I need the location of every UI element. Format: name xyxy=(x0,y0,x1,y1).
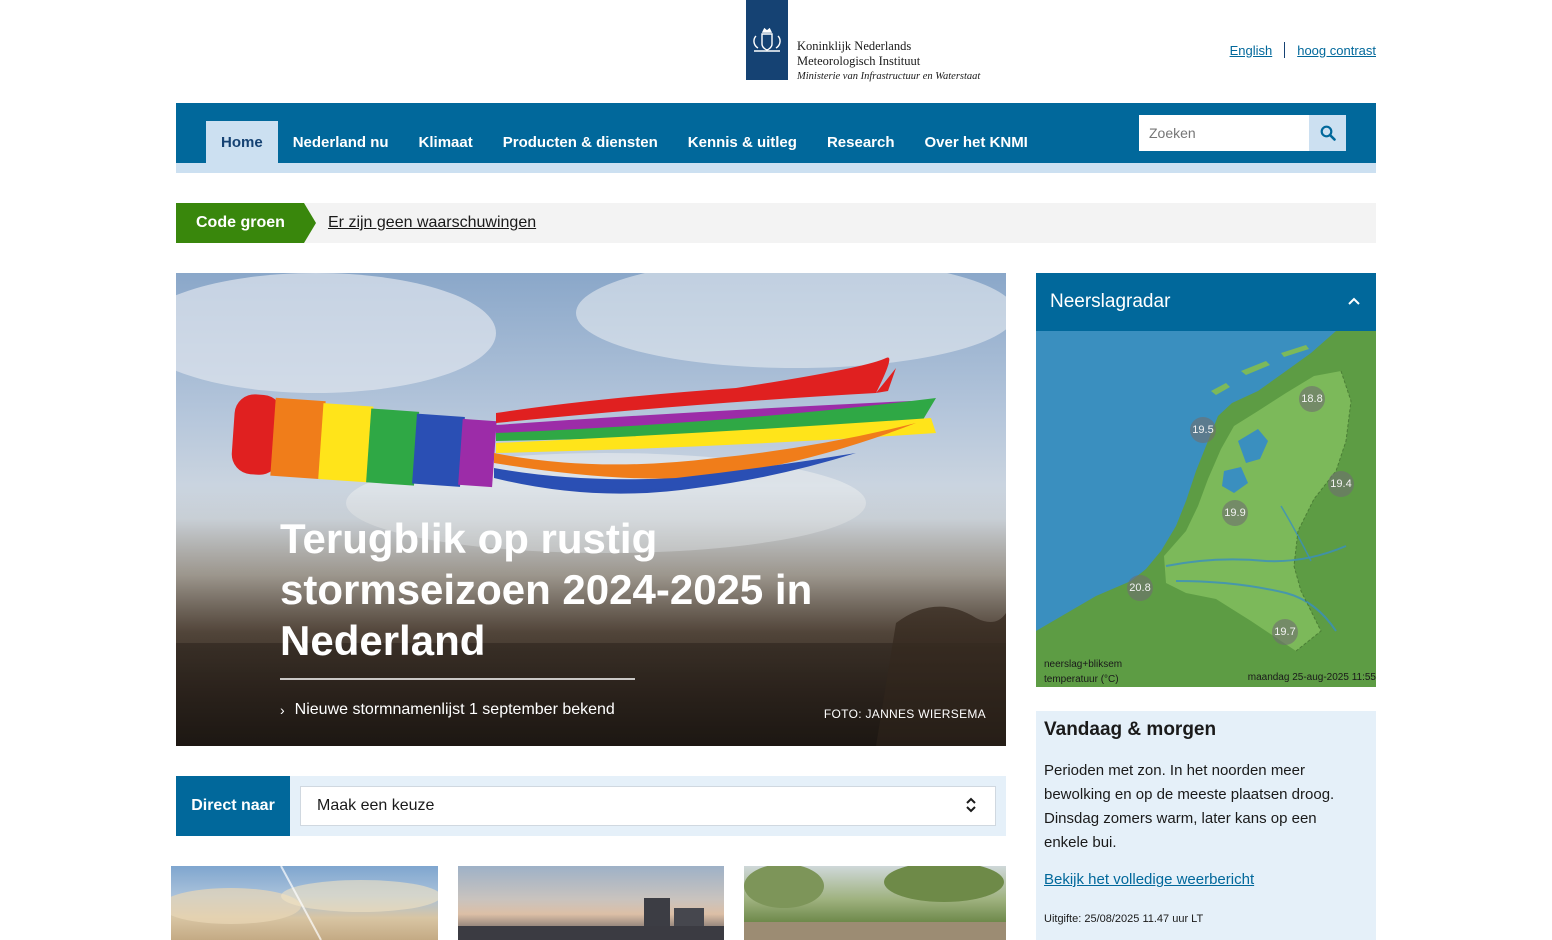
temperature-marker: 19.4 xyxy=(1328,471,1354,497)
radar-legend-line-2: temperatuur (°C) xyxy=(1044,674,1119,685)
search-icon xyxy=(1320,125,1336,141)
logo-line-2: Meteorologisch Instituut xyxy=(797,54,921,68)
chevron-right-icon: › xyxy=(280,702,285,718)
logo-line-3: Ministerie van Infrastructuur en Waterst… xyxy=(797,71,981,82)
forecast-title: Vandaag & morgen xyxy=(1044,719,1217,740)
sky-photo xyxy=(171,866,438,940)
radar-legend-line-1: neerslag+bliksem xyxy=(1044,659,1123,670)
hero-title[interactable]: Terugblik op rustig stormseizoen 2024-20… xyxy=(280,513,840,666)
organization-name: Koninklijk Nederlands Meteorologisch Ins… xyxy=(797,39,980,84)
search-form xyxy=(1139,115,1346,151)
temperature-marker: 19.5 xyxy=(1190,417,1216,443)
high-contrast-link[interactable]: hoog contrast xyxy=(1297,43,1376,58)
direct-to-selected-value: Maak een keuze xyxy=(317,797,435,814)
radar-header[interactable]: Neerslagradar xyxy=(1036,273,1376,331)
nav-item-research[interactable]: Research xyxy=(812,121,910,163)
hero-divider xyxy=(280,678,635,680)
forecast-panel: Vandaag & morgen Perioden met zon. In he… xyxy=(1036,711,1376,940)
direct-to-select[interactable]: Maak een keuze xyxy=(300,786,996,826)
temperature-marker: 18.8 xyxy=(1299,386,1325,412)
forecast-issued-time: Uitgifte: 25/08/2025 11.47 uur LT xyxy=(1044,913,1204,925)
link-separator xyxy=(1284,42,1286,58)
news-thumbnail-city[interactable] xyxy=(458,866,724,940)
news-thumbnail-park[interactable] xyxy=(744,866,1006,940)
temperature-marker: 20.8 xyxy=(1127,575,1153,601)
chevron-up-icon[interactable] xyxy=(1346,293,1362,309)
search-input[interactable] xyxy=(1139,115,1309,151)
nav-item-producten-diensten[interactable]: Producten & diensten xyxy=(488,121,673,163)
coat-of-arms-icon xyxy=(753,27,781,52)
radar-timestamp: maandag 25-aug-2025 11:55 xyxy=(1247,672,1376,683)
nav-underline xyxy=(176,163,1376,173)
city-photo xyxy=(458,898,724,940)
temperature-marker: 19.9 xyxy=(1222,500,1248,526)
search-button[interactable] xyxy=(1309,115,1346,151)
nav-item-nederland-nu[interactable]: Nederland nu xyxy=(278,121,404,163)
nav-item-kennis-uitleg[interactable]: Kennis & uitleg xyxy=(673,121,812,163)
select-arrows-icon xyxy=(966,797,976,813)
warning-code-badge: Code groen xyxy=(176,203,316,243)
full-forecast-link[interactable]: Bekijk het volledige weerbericht xyxy=(1044,871,1254,888)
nav-item-home[interactable]: Home xyxy=(206,121,278,163)
english-link[interactable]: English xyxy=(1230,43,1273,58)
nav-item-over-knmi[interactable]: Over het KNMI xyxy=(910,121,1043,163)
radar-title: Neerslagradar xyxy=(1050,291,1171,312)
radar-map[interactable]: 18.8 19.5 19.4 19.9 20.8 19.7 neerslag+b… xyxy=(1036,331,1376,687)
temperature-marker: 19.7 xyxy=(1272,619,1298,645)
rijksoverheid-logo[interactable] xyxy=(746,0,788,80)
top-links: English hoog contrast xyxy=(1230,42,1376,58)
direct-to-section: Direct naar Maak een keuze xyxy=(176,776,1006,836)
nav-item-klimaat[interactable]: Klimaat xyxy=(404,121,488,163)
forecast-text: Perioden met zon. In het noorden meer be… xyxy=(1044,762,1335,851)
logo-line-1: Koninklijk Nederlands xyxy=(797,39,912,53)
nav-items: Home Nederland nu Klimaat Producten & di… xyxy=(206,121,1043,163)
warning-message-link[interactable]: Er zijn geen waarschuwingen xyxy=(328,203,536,243)
netherlands-map xyxy=(1036,331,1376,687)
hero-shade xyxy=(176,273,1006,746)
main-navigation: Home Nederland nu Klimaat Producten & di… xyxy=(176,103,1376,163)
photo-credit: FOTO: JANNES WIERSEMA xyxy=(823,707,986,721)
radar-legend: neerslag+bliksem temperatuur (°C) xyxy=(1044,657,1122,687)
hero-related-link-label: Nieuwe stormnamenlijst 1 september beken… xyxy=(294,701,615,718)
park-photo xyxy=(744,866,1006,940)
warning-bar: Code groen Er zijn geen waarschuwingen xyxy=(176,203,1376,243)
direct-to-label: Direct naar xyxy=(176,776,290,836)
hero-related-link[interactable]: › Nieuwe stormnamenlijst 1 september bek… xyxy=(280,701,615,719)
hero-banner[interactable]: Terugblik op rustig stormseizoen 2024-20… xyxy=(176,273,1006,746)
news-thumbnail-sky[interactable] xyxy=(171,866,438,940)
